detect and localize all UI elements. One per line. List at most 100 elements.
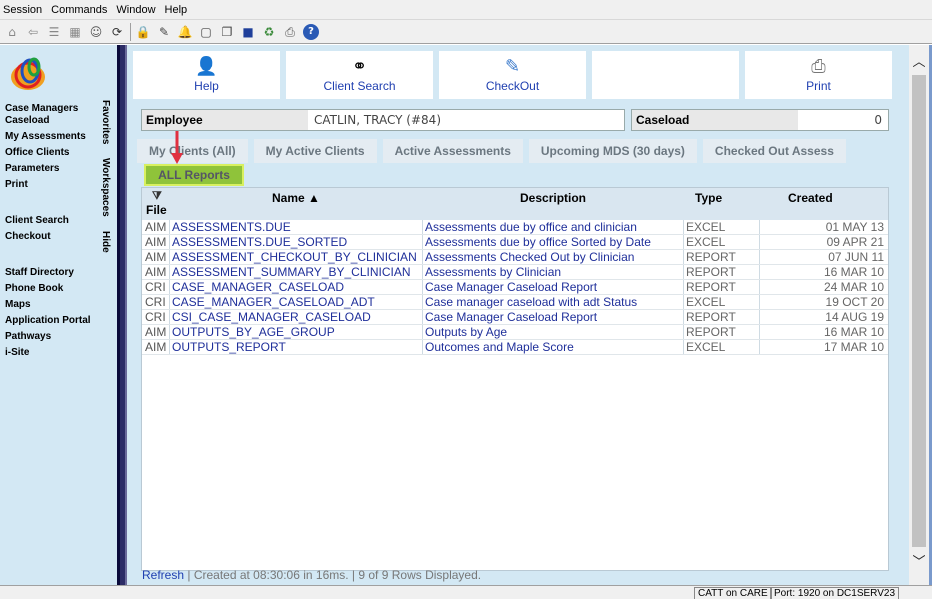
employee-label: Employee [142, 110, 308, 130]
vertical-scrollbar[interactable]: ︿ ﹀ [909, 45, 929, 585]
sidebar-item-client-search[interactable]: Client Search [5, 215, 97, 227]
vtab-hide[interactable]: Hide [98, 231, 112, 253]
print-icon[interactable]: ⎙ [282, 24, 298, 40]
table-row[interactable]: CRI CASE_MANAGER_CASELOAD_ADT Case manager… [142, 295, 888, 310]
employee-field: Employee CATLIN, TRACY (#84) [141, 109, 625, 131]
sidebar-item-maps[interactable]: Maps [5, 299, 97, 311]
table-row[interactable]: AIM ASSESSMENT_CHECKOUT_BY_CLINICIAN Asses… [142, 250, 888, 265]
col-description[interactable]: Description [520, 191, 586, 205]
table-row[interactable]: AIM ASSESSMENTS.DUE Assessments due by off… [142, 220, 888, 235]
cell-description[interactable]: Case Manager Caseload Report [425, 280, 597, 295]
cell-name[interactable]: OUTPUTS_REPORT [172, 340, 286, 355]
cell-created: 09 APR 21 [826, 235, 884, 249]
tab-upcoming-mds[interactable]: Upcoming MDS (30 days) [528, 139, 697, 163]
cell-description[interactable]: Case Manager Caseload Report [425, 310, 597, 325]
bell-icon[interactable]: 🔔 [177, 24, 193, 40]
refresh-link[interactable]: Refresh [142, 568, 184, 582]
people-icon[interactable]: ☺ [88, 24, 104, 40]
cycle-icon[interactable]: ⟳ [109, 24, 125, 40]
filter-icon[interactable]: ⧩ [152, 190, 162, 203]
action-buttons: 👤 Help ⚭ Client Search ✎ CheckOut ⎙ Prin… [133, 51, 898, 99]
help-button[interactable]: 👤 Help [133, 51, 280, 99]
tab-bar: My Clients (All) My Active Clients Activ… [137, 139, 852, 163]
cell-created: 14 AUG 19 [825, 310, 884, 324]
table-header: ⧩ File Name ▲ Description Type Created [142, 188, 888, 220]
col-created[interactable]: Created [788, 191, 833, 205]
scroll-thumb[interactable] [912, 75, 926, 547]
cell-name[interactable]: OUTPUTS_BY_AGE_GROUP [172, 325, 335, 340]
sidebar-item-case-managers-caseload[interactable]: Case Managers Caseload [5, 103, 97, 127]
tab-checked-out-assess[interactable]: Checked Out Assess [702, 139, 846, 163]
caseload-field: Caseload 0 [631, 109, 889, 131]
copy-icon[interactable]: ❐ [219, 24, 235, 40]
cell-description[interactable]: Assessments Checked Out by Clinician [425, 250, 634, 265]
cell-name[interactable]: ASSESSMENT_CHECKOUT_BY_CLINICIAN [172, 250, 417, 265]
tab-my-active-clients[interactable]: My Active Clients [253, 139, 377, 163]
empty-button[interactable] [592, 51, 739, 99]
sidebar-item-print[interactable]: Print [5, 179, 97, 191]
caseload-value: 0 [874, 113, 882, 127]
cell-description[interactable]: Outcomes and Maple Score [425, 340, 574, 355]
refresh-icon[interactable]: ♻ [261, 24, 277, 40]
sidebar-item-checkout[interactable]: Checkout [5, 231, 97, 243]
help-icon[interactable]: ? [303, 23, 319, 40]
sidebar-item-pathways[interactable]: Pathways [5, 331, 97, 343]
splitter[interactable] [117, 45, 127, 585]
menu-commands[interactable]: Commands [51, 4, 107, 16]
document-icon[interactable]: ▢ [198, 24, 214, 40]
menu-help[interactable]: Help [165, 4, 188, 16]
table-row[interactable]: AIM ASSESSMENTS.DUE_SORTED Assessments due… [142, 235, 888, 250]
edit-icon[interactable]: ✎ [156, 24, 172, 40]
table-row[interactable]: CRI CSI_CASE_MANAGER_CASELOAD Case Manager… [142, 310, 888, 325]
sidebar-item-office-clients[interactable]: Office Clients [5, 147, 97, 159]
col-name[interactable]: Name ▲ [272, 191, 320, 205]
sidebar-vertical-tabs: Favorites Workspaces Hide [98, 100, 116, 267]
back-icon[interactable]: ⇦ [25, 24, 41, 40]
vtab-workspaces[interactable]: Workspaces [98, 158, 112, 217]
menu-window[interactable]: Window [116, 4, 155, 16]
lock-icon[interactable]: 🔒 [135, 24, 151, 40]
table-row[interactable]: AIM ASSESSMENT_SUMMARY_BY_CLINICIAN Assess… [142, 265, 888, 280]
table-row[interactable]: AIM OUTPUTS_REPORT Outcomes and Maple Scor… [142, 340, 888, 355]
print-button[interactable]: ⎙ Print [745, 51, 892, 99]
cell-description[interactable]: Assessments by Clinician [425, 265, 561, 280]
tab-my-clients-all[interactable]: My Clients (All) [137, 139, 248, 163]
cell-description[interactable]: Assessments due by office and clinician [425, 220, 637, 235]
cell-type: EXCEL [686, 220, 726, 234]
cell-description[interactable]: Case manager caseload with adt Status [425, 295, 637, 310]
cell-description[interactable]: Outputs by Age [425, 325, 507, 340]
cell-created: 01 MAY 13 [825, 220, 884, 234]
cell-name[interactable]: CSI_CASE_MANAGER_CASELOAD [172, 310, 371, 325]
cell-name[interactable]: CASE_MANAGER_CASELOAD_ADT [172, 295, 375, 310]
sidebar-item-staff-directory[interactable]: Staff Directory [5, 267, 97, 279]
tab-active-assessments[interactable]: Active Assessments [382, 139, 523, 163]
cell-name[interactable]: ASSESSMENTS.DUE_SORTED [172, 235, 347, 250]
sidebar-item-my-assessments[interactable]: My Assessments [5, 131, 97, 143]
sidebar-item-parameters[interactable]: Parameters [5, 163, 97, 175]
col-file[interactable]: File [146, 203, 167, 217]
sidebar-item-phone-book[interactable]: Phone Book [5, 283, 97, 295]
col-type[interactable]: Type [695, 191, 722, 205]
table-row[interactable]: AIM OUTPUTS_BY_AGE_GROUP Outputs by Age REP… [142, 325, 888, 340]
cell-description[interactable]: Assessments due by office Sorted by Date [425, 235, 651, 250]
cell-file: AIM [145, 235, 167, 249]
menu-session[interactable]: Session [3, 4, 42, 16]
cell-file: AIM [145, 340, 167, 354]
tab-all-reports[interactable]: ALL Reports [144, 164, 244, 186]
vtab-favorites[interactable]: Favorites [98, 100, 112, 144]
cell-file: CRI [145, 280, 166, 294]
client-search-button[interactable]: ⚭ Client Search [286, 51, 433, 99]
scroll-down-icon[interactable]: ﹀ [909, 553, 929, 573]
scroll-up-icon[interactable]: ︿ [909, 53, 929, 73]
cell-name[interactable]: ASSESSMENTS.DUE [172, 220, 291, 235]
list-icon[interactable]: ☰ [46, 24, 62, 40]
cell-name[interactable]: ASSESSMENT_SUMMARY_BY_CLINICIAN [172, 265, 411, 280]
folder-icon[interactable]: ■ [240, 24, 256, 40]
home-icon[interactable]: ⌂ [4, 24, 20, 40]
grid-icon[interactable]: ▦ [67, 24, 83, 40]
sidebar-item-isite[interactable]: i-Site [5, 347, 97, 359]
table-row[interactable]: CRI CASE_MANAGER_CASELOAD Case Manager Cas… [142, 280, 888, 295]
sidebar-item-application-portal[interactable]: Application Portal [5, 315, 97, 327]
checkout-button[interactable]: ✎ CheckOut [439, 51, 586, 99]
cell-name[interactable]: CASE_MANAGER_CASELOAD [172, 280, 344, 295]
